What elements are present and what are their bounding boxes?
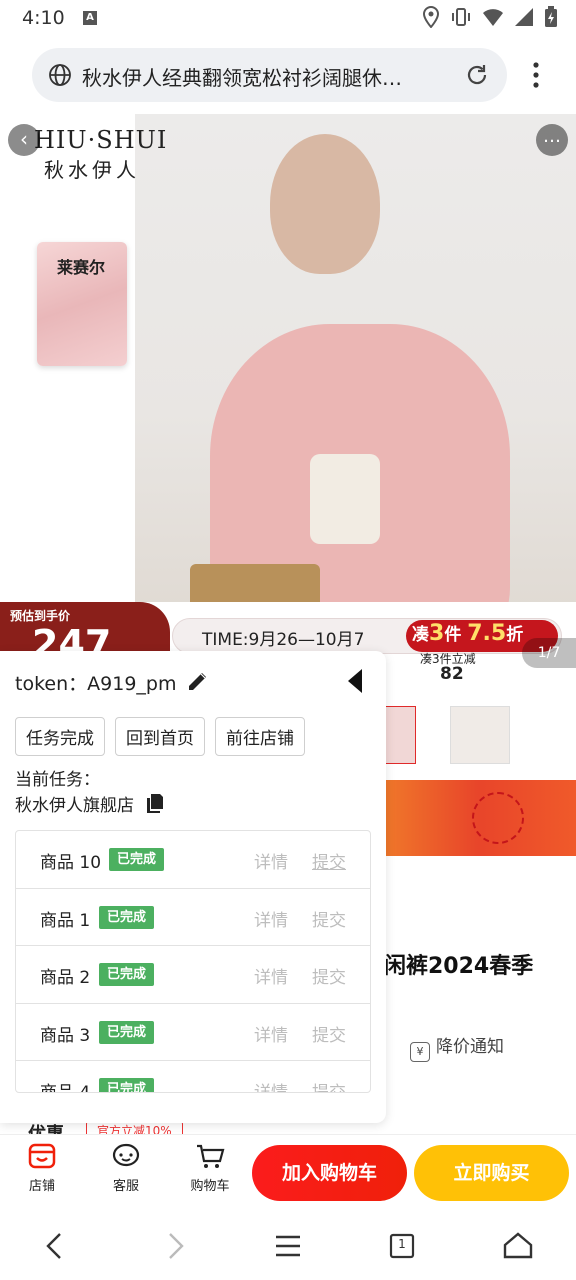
service-tab[interactable]: 客服 bbox=[96, 1141, 156, 1194]
task-name: 商品 2 bbox=[40, 968, 91, 988]
deal-text: 凑3件 7.5折 bbox=[412, 621, 524, 646]
detail-link[interactable]: 详情 bbox=[254, 1021, 288, 1046]
submit-link[interactable]: 提交 bbox=[312, 848, 346, 873]
task-name: 商品 10 bbox=[40, 853, 102, 873]
sku-thumbnails bbox=[380, 690, 576, 780]
address-bar[interactable]: 秋水伊人经典翻领宽松衬衫阔腿休… bbox=[32, 48, 507, 102]
task-row: 商品 4 已完成 详情 提交 bbox=[16, 1061, 370, 1093]
task-complete-button[interactable]: 任务完成 bbox=[15, 717, 105, 756]
panel-buttons: 任务完成 回到首页 前往店铺 bbox=[15, 717, 305, 756]
task-row: 商品 10 已完成 详情 提交 bbox=[16, 831, 370, 889]
model-top bbox=[310, 454, 380, 544]
status-badge: 已完成 bbox=[99, 963, 155, 986]
brand-logo: HIU·SHUI bbox=[34, 126, 168, 154]
back-icon[interactable] bbox=[38, 1228, 74, 1264]
location-icon bbox=[422, 6, 440, 28]
token-value: A919_pm bbox=[87, 673, 177, 695]
detail-link[interactable]: 详情 bbox=[254, 1078, 288, 1092]
font-a-icon: A bbox=[83, 11, 97, 25]
menu-icon[interactable] bbox=[270, 1228, 306, 1264]
promo-time: TIME:9月26—10月7 bbox=[202, 630, 365, 650]
status-bar: 4:10 A bbox=[0, 0, 576, 36]
collapse-panel-icon[interactable] bbox=[346, 667, 364, 695]
model-head bbox=[270, 134, 380, 274]
status-badge: 已完成 bbox=[99, 1078, 155, 1092]
buy-now-button[interactable]: 立即购买 bbox=[414, 1145, 569, 1201]
forward-icon[interactable] bbox=[156, 1228, 192, 1264]
store-icon bbox=[28, 1143, 56, 1169]
task-row: 商品 2 已完成 详情 提交 bbox=[16, 946, 370, 1004]
cart-tab[interactable]: 购物车 bbox=[180, 1141, 240, 1194]
task-name: 商品 3 bbox=[40, 1025, 91, 1046]
battery-icon bbox=[545, 6, 557, 27]
yen-icon: ¥ bbox=[410, 1042, 430, 1062]
browser-nav-bar: 1 bbox=[0, 1210, 576, 1280]
image-counter: 1/7 bbox=[522, 638, 576, 668]
submit-link[interactable]: 提交 bbox=[312, 906, 346, 931]
status-icons bbox=[422, 6, 558, 28]
page-title-url[interactable]: 秋水伊人经典翻领宽松衬衫阔腿休… bbox=[82, 62, 452, 91]
sku-thumb[interactable] bbox=[450, 706, 510, 764]
sku-thumb[interactable] bbox=[384, 706, 416, 764]
task-panel: token：A919_pm 任务完成 回到首页 前往店铺 当前任务： 秋水伊人旗… bbox=[0, 651, 386, 1123]
vibrate-icon bbox=[452, 8, 470, 26]
store-label: 店铺 bbox=[28, 1179, 55, 1194]
bundle-value: 82 bbox=[440, 664, 464, 684]
price-alert-button[interactable]: ¥ 降价通知 bbox=[410, 1032, 504, 1062]
fabric-label: 莱赛尔 bbox=[57, 258, 106, 277]
status-badge: 已完成 bbox=[99, 1020, 155, 1044]
submit-link[interactable]: 提交 bbox=[312, 963, 346, 988]
tab-count: 1 bbox=[398, 1237, 406, 1251]
firework-icon bbox=[472, 792, 524, 844]
submit-link[interactable]: 提交 bbox=[312, 1078, 346, 1092]
detail-link[interactable]: 详情 bbox=[254, 906, 288, 931]
status-time: 4:10 bbox=[22, 7, 65, 29]
product-hero-image[interactable]: HIU·SHUI 秋水伊人 ‹ … 莱赛尔 预估到手价 247 TIME:9月2… bbox=[0, 114, 576, 690]
add-to-cart-button[interactable]: 加入购物车 bbox=[252, 1145, 407, 1201]
task-row: 商品 3 已完成 详情 提交 bbox=[16, 1004, 370, 1061]
event-banner[interactable] bbox=[380, 780, 576, 856]
bottom-action-bar: 店铺 客服 购物车 加入购物车 立即购买 bbox=[0, 1134, 576, 1210]
back-home-button[interactable]: 回到首页 bbox=[115, 717, 205, 756]
edit-icon[interactable] bbox=[186, 669, 210, 693]
current-task: 秋水伊人旗舰店 bbox=[15, 796, 134, 816]
task-name: 商品 1 bbox=[40, 910, 91, 931]
status-badge: 已完成 bbox=[99, 905, 155, 929]
copy-icon[interactable] bbox=[146, 793, 164, 813]
wifi-icon bbox=[483, 9, 503, 26]
status-badge: 已完成 bbox=[109, 848, 165, 871]
product-title-fragment: 闲裤2024春季 bbox=[384, 954, 534, 979]
store-tab[interactable]: 店铺 bbox=[12, 1141, 72, 1194]
signal-icon bbox=[515, 8, 533, 26]
tabs-button[interactable]: 1 bbox=[384, 1228, 420, 1264]
service-label: 客服 bbox=[112, 1179, 139, 1194]
detail-link[interactable]: 详情 bbox=[254, 963, 288, 988]
task-list[interactable]: 商品 10 已完成 详情 提交 商品 1 已完成 详情 提交 商品 2 已完成 … bbox=[15, 830, 371, 1093]
cart-icon bbox=[197, 1144, 225, 1168]
chat-icon bbox=[112, 1143, 140, 1167]
cart-label: 购物车 bbox=[190, 1179, 230, 1194]
reload-icon[interactable] bbox=[463, 61, 491, 89]
more-vert-icon[interactable] bbox=[527, 60, 545, 90]
go-store-button[interactable]: 前往店铺 bbox=[215, 717, 305, 756]
back-button[interactable]: ‹ bbox=[8, 124, 40, 156]
globe-icon bbox=[49, 64, 71, 86]
current-task-label: 当前任务： bbox=[15, 770, 100, 790]
detail-link[interactable]: 详情 bbox=[254, 848, 288, 873]
more-options-button[interactable]: … bbox=[536, 124, 568, 156]
brand-logo-cn: 秋水伊人 bbox=[44, 158, 140, 182]
home-icon[interactable] bbox=[500, 1228, 536, 1264]
task-row: 商品 1 已完成 详情 提交 bbox=[16, 889, 370, 946]
task-name: 商品 4 bbox=[40, 1083, 91, 1093]
token-display: token：A919_pm bbox=[15, 673, 177, 695]
submit-link[interactable]: 提交 bbox=[312, 1021, 346, 1046]
